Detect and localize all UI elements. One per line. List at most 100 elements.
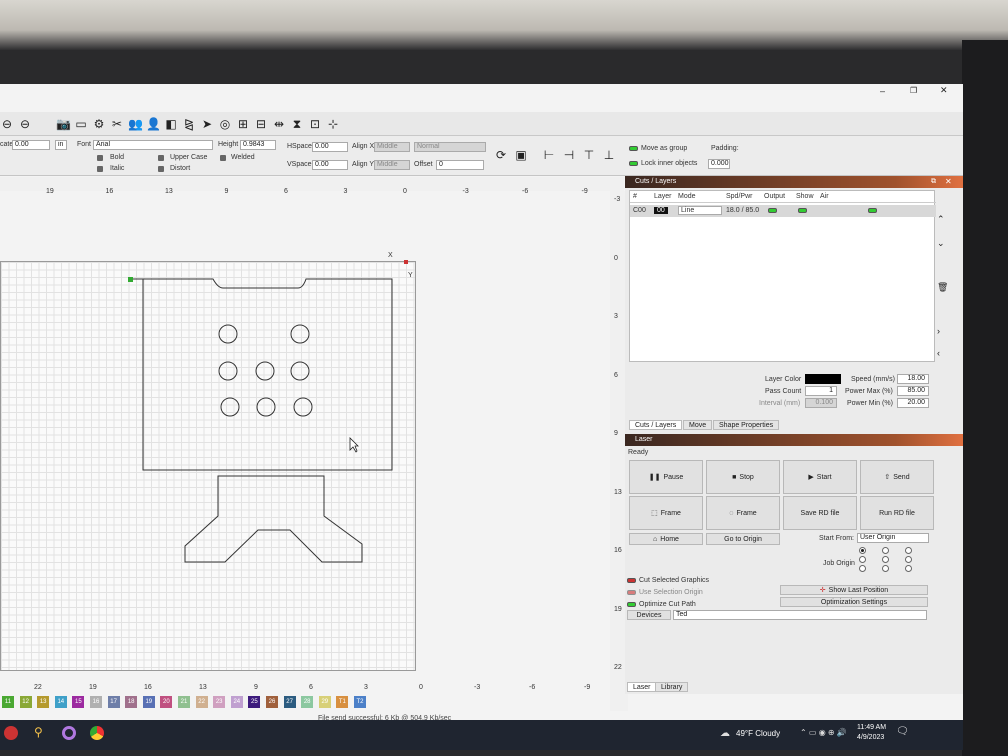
send-button[interactable]: ⇧ Send — [860, 460, 934, 494]
start-button[interactable]: ▶ Start — [783, 460, 857, 494]
layer-row[interactable]: C00 00 Line 18.0 / 85.0 — [630, 205, 936, 217]
start-from-select[interactable]: User Origin — [857, 533, 929, 543]
interval-field[interactable]: 0.100 — [805, 398, 837, 408]
palette-swatch[interactable]: 11 — [2, 696, 14, 708]
clock-time: 11:49 AM — [857, 724, 887, 731]
ruler-tick-label: 16 — [105, 188, 114, 195]
origin-radio-bl[interactable] — [859, 565, 866, 572]
origin-radio-bc[interactable] — [882, 565, 889, 572]
origin-radio-ml[interactable] — [859, 556, 866, 563]
palette-swatch[interactable]: 20 — [160, 696, 173, 708]
move-down-icon[interactable]: ⌄ — [937, 238, 945, 249]
layer-number[interactable]: C00 — [633, 207, 646, 214]
origin-radio-mr[interactable] — [905, 556, 912, 563]
palette-swatch[interactable]: 29 — [318, 696, 331, 708]
air-toggle[interactable] — [868, 208, 877, 213]
column-header: Layer — [654, 193, 672, 200]
layer-mode[interactable]: Line — [678, 206, 722, 215]
tab-laser[interactable]: Laser — [627, 682, 657, 692]
palette-swatch[interactable]: 25 — [248, 696, 261, 708]
device-select[interactable]: Ted — [673, 610, 927, 620]
home-button[interactable]: ⌂ Home — [629, 533, 703, 545]
origin-radio-mc[interactable] — [882, 556, 889, 563]
palette-swatch[interactable]: 27 — [283, 696, 296, 708]
palette-swatch[interactable]: 14 — [54, 696, 67, 708]
ruler-tick-label: 0 — [614, 254, 618, 262]
palette-swatch[interactable]: 23 — [213, 696, 226, 708]
column-header: Show — [796, 193, 814, 200]
optimization-settings-button[interactable]: Optimization Settings — [780, 597, 928, 607]
job-origin-label: Job Origin — [823, 560, 855, 567]
use-selection-label: Use Selection Origin — [639, 589, 703, 596]
ruler-tick-label: 13 — [165, 188, 173, 195]
ruler-tick-label: -9 — [584, 684, 591, 691]
layer-spdpwr[interactable]: 18.0 / 85.0 — [726, 207, 759, 214]
palette-swatch[interactable]: 12 — [19, 696, 32, 708]
cut-selected-toggle[interactable] — [627, 578, 636, 583]
devices-button[interactable]: Devices — [627, 610, 671, 620]
tab-cuts-layers[interactable]: Cuts / Layers — [629, 420, 683, 430]
palette-swatch[interactable]: 17 — [107, 696, 120, 708]
app-icon[interactable] — [4, 726, 18, 740]
optimize-toggle[interactable] — [627, 602, 636, 607]
trash-icon[interactable]: 🗑 — [937, 282, 948, 293]
search-icon[interactable]: ⚲ — [34, 725, 43, 739]
palette-swatch[interactable]: 21 — [178, 696, 190, 708]
origin-radio-tr[interactable] — [905, 547, 912, 554]
move-up-icon[interactable]: ⌃ — [937, 214, 945, 225]
palette-swatch[interactable]: 22 — [195, 696, 208, 708]
run-rd-button[interactable]: Run RD file — [860, 496, 934, 530]
frame-button[interactable]: ⬚ Frame — [629, 496, 703, 530]
browser-icon[interactable] — [62, 726, 76, 740]
layer-id[interactable]: 00 — [654, 207, 668, 214]
palette-swatch[interactable]: 26 — [266, 696, 278, 708]
panel-close-icon[interactable]: ✕ — [945, 177, 952, 186]
ruler-tick-label: -9 — [581, 188, 588, 195]
palette-swatch[interactable]: T2 — [354, 696, 366, 708]
ruler-tick-label: -6 — [529, 684, 536, 691]
palette-swatch[interactable]: 13 — [37, 696, 50, 708]
save-rd-label: Save RD file — [800, 509, 840, 517]
goto-origin-label: Go to Origin — [724, 535, 762, 543]
output-toggle[interactable] — [768, 208, 777, 213]
origin-radio-tl[interactable] — [859, 547, 866, 554]
float-icon[interactable]: ⧉ — [931, 178, 936, 186]
origin-radio-tc[interactable] — [882, 547, 889, 554]
powermin-field[interactable]: 20.00 — [897, 398, 929, 408]
goto-origin-button[interactable]: Go to Origin — [706, 533, 780, 545]
stop-button[interactable]: ■ Stop — [706, 460, 780, 494]
right-panel: Cuts / Layers ⧉ ✕ # Layer Mode Spd/Pwr Outpu… — [625, 176, 963, 694]
ruler-tick-label: 19 — [89, 684, 97, 691]
speed-field[interactable]: 18.00 — [897, 374, 929, 384]
save-rd-button[interactable]: Save RD file — [783, 496, 857, 530]
pause-button[interactable]: ❚❚ Pause — [629, 460, 703, 494]
palette-swatch[interactable]: 24 — [230, 696, 243, 708]
tab-shape-properties[interactable]: Shape Properties — [713, 420, 780, 430]
palette-swatch[interactable]: 19 — [142, 696, 155, 708]
chrome-icon[interactable] — [90, 726, 104, 740]
powermax-field[interactable]: 85.00 — [897, 386, 929, 396]
start-from-label: Start From: — [819, 535, 855, 542]
palette-swatch[interactable]: 28 — [301, 696, 314, 708]
show-toggle[interactable] — [798, 208, 807, 213]
weather-text[interactable]: 49°F Cloudy — [736, 729, 780, 738]
palette-swatch[interactable]: 18 — [125, 696, 138, 708]
origin-radio-br[interactable] — [905, 565, 912, 572]
left-arrow-icon[interactable]: ‹ — [937, 348, 940, 358]
tray-icons[interactable]: ⌃ ▭ ◉ ⊕ 🔊 — [800, 728, 847, 737]
cut-selected-label: Cut Selected Graphics — [639, 577, 710, 584]
show-last-button[interactable]: ✛ Show Last Position — [780, 585, 928, 595]
use-selection-toggle[interactable] — [627, 590, 636, 595]
frame2-label: Frame — [736, 509, 757, 517]
palette-swatch[interactable]: T1 — [336, 696, 349, 708]
hole — [218, 324, 238, 344]
layer-color-swatch[interactable] — [805, 374, 841, 384]
circular-frame-button[interactable]: ◌ Frame — [706, 496, 780, 530]
tab-move[interactable]: Move — [683, 420, 713, 430]
palette-swatch[interactable]: 15 — [72, 696, 85, 708]
pass-count-field[interactable]: 1 — [805, 386, 837, 396]
notification-icon[interactable]: 🗨 — [896, 726, 909, 737]
palette-swatch[interactable]: 16 — [90, 696, 102, 708]
right-arrow-icon[interactable]: › — [937, 326, 940, 336]
tab-library[interactable]: Library — [655, 682, 689, 692]
